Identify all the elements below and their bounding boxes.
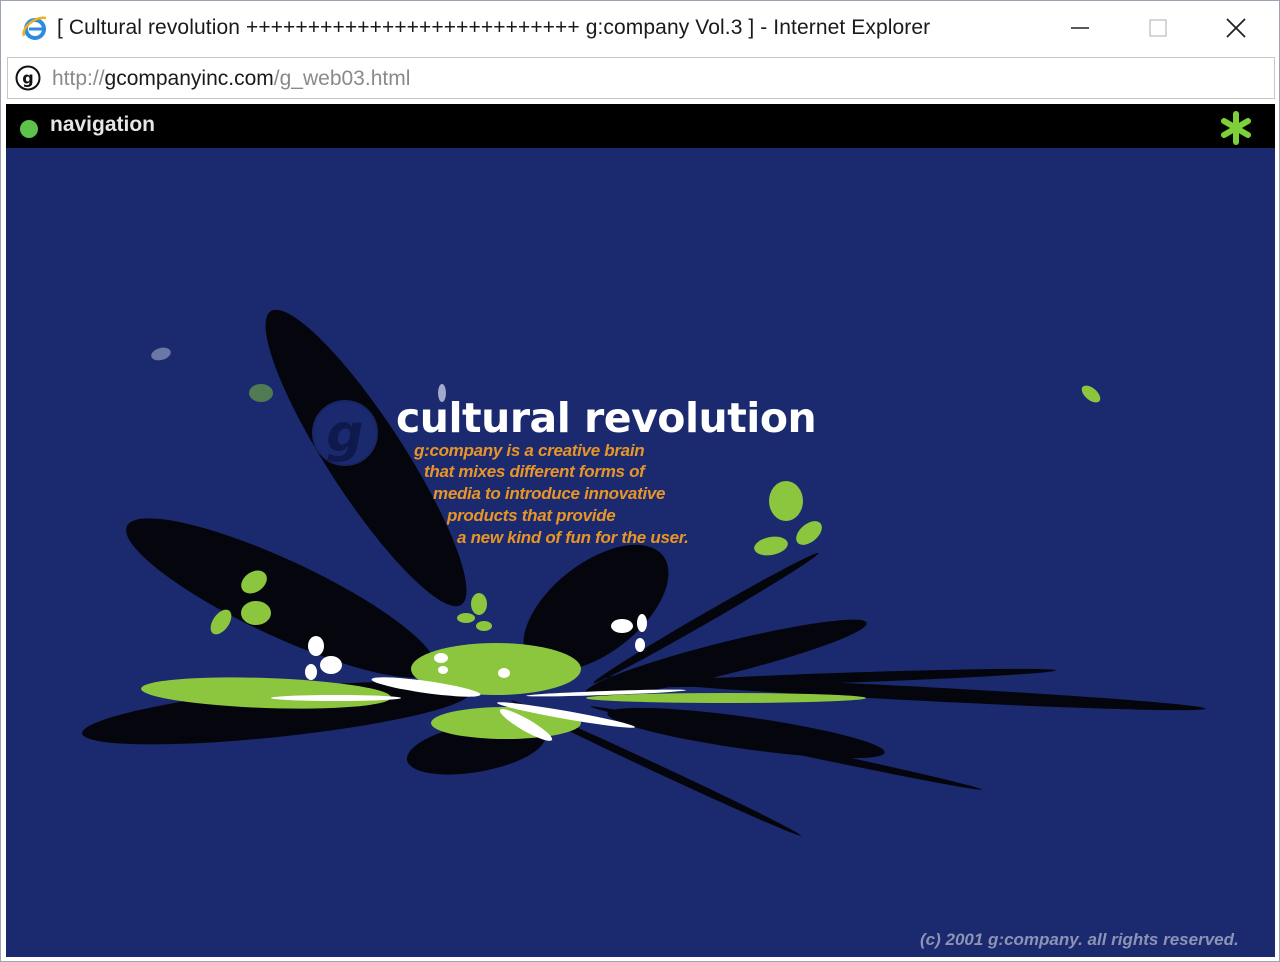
url-path: /g_web03.html — [273, 67, 411, 90]
copyright-text: (c) 2001 g:company. all rights reserved. — [920, 930, 1239, 949]
close-button[interactable] — [1197, 1, 1275, 55]
green-asterisk-icon[interactable] — [1218, 110, 1254, 146]
tagline-line: that mixes different forms of — [424, 462, 645, 481]
flower-artwork — [82, 309, 1206, 836]
tagline-line: media to introduce innovative — [433, 484, 666, 503]
svg-text:g: g — [22, 69, 33, 88]
g-company-favicon: g — [15, 65, 41, 91]
browser-window: [ Cultural revolution ++++++++++++++++++… — [0, 0, 1280, 962]
maximize-button[interactable] — [1119, 1, 1197, 55]
green-dot-icon — [20, 120, 38, 138]
navigation-bar: navigation — [6, 104, 1275, 148]
close-icon — [1226, 18, 1246, 38]
maximize-icon — [1149, 19, 1167, 37]
g-company-logo: g — [312, 400, 378, 466]
url-scheme: http:// — [52, 67, 105, 90]
svg-text:g: g — [326, 404, 363, 464]
tagline-line: products that provide — [447, 506, 616, 525]
black-petals — [82, 309, 1206, 836]
page-viewport: navigation g cultural revolution g:compa… — [6, 104, 1275, 957]
url-host: gcompanyinc.com — [104, 67, 274, 90]
internet-explorer-icon — [22, 16, 47, 40]
minimize-button[interactable] — [1041, 1, 1119, 55]
minimize-icon — [1071, 27, 1089, 29]
headline: cultural revolution — [396, 394, 817, 442]
navigation-link[interactable]: navigation — [50, 113, 155, 137]
title-bar[interactable]: [ Cultural revolution ++++++++++++++++++… — [1, 1, 1279, 55]
window-title: [ Cultural revolution ++++++++++++++++++… — [57, 16, 931, 39]
url-text[interactable]: http://gcompanyinc.com/g_web03.html — [52, 66, 410, 92]
tagline-line: a new kind of fun for the user. — [457, 528, 689, 547]
tagline-line: g:company is a creative brain — [414, 441, 645, 460]
address-bar[interactable]: g http://gcompanyinc.com/g_web03.html — [7, 57, 1275, 99]
